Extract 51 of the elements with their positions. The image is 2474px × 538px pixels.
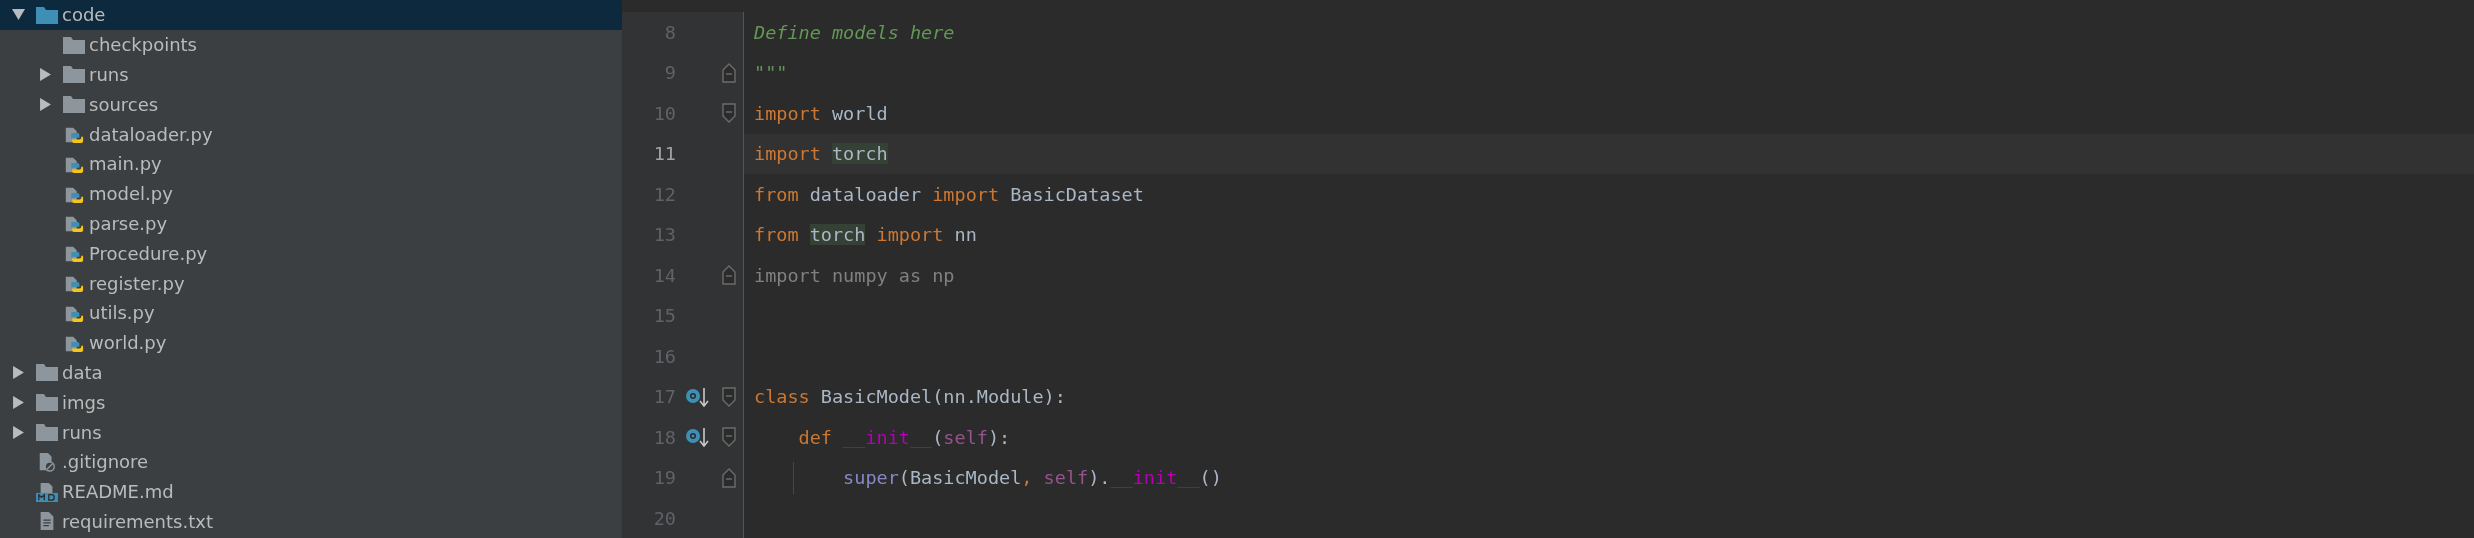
unfold-icon[interactable] bbox=[722, 467, 736, 488]
tree-item[interactable]: parse.py bbox=[0, 208, 622, 239]
tree-item[interactable]: utils.py bbox=[0, 297, 622, 328]
folder-icon bbox=[63, 64, 85, 85]
folder-icon bbox=[63, 34, 85, 55]
tree-item[interactable]: register.py bbox=[0, 268, 622, 298]
tree-item[interactable]: model.py bbox=[0, 178, 622, 209]
code-line: def __init__(self): bbox=[797, 426, 1011, 448]
code-line: super(BasicModel, self).__init__() bbox=[842, 467, 1222, 489]
fold-icon[interactable] bbox=[722, 427, 736, 448]
tree-item[interactable]: imgs bbox=[0, 387, 622, 418]
tree-item[interactable]: checkpoints bbox=[0, 29, 622, 60]
folder-icon bbox=[36, 362, 58, 383]
fold-icon[interactable] bbox=[722, 386, 736, 407]
unfold-icon[interactable] bbox=[722, 265, 736, 286]
code-line: import world bbox=[754, 102, 888, 124]
expand-arrow-icon[interactable] bbox=[12, 395, 25, 409]
override-marker-icon[interactable] bbox=[685, 385, 709, 408]
expand-arrow-icon[interactable] bbox=[12, 425, 25, 439]
tree-item[interactable]: .gitignore bbox=[0, 446, 622, 477]
tree-item[interactable]: main.py bbox=[0, 149, 622, 179]
override-marker-icon[interactable] bbox=[685, 426, 709, 449]
code-line: from dataloader import BasicDataset bbox=[754, 183, 1144, 205]
code-line: class BasicModel(nn.Module): bbox=[754, 386, 1066, 408]
code-line: Define models here bbox=[754, 21, 955, 43]
folder-icon bbox=[36, 392, 58, 413]
code-line: from torch import nn bbox=[754, 224, 977, 246]
expand-arrow-icon[interactable] bbox=[39, 97, 52, 111]
tree-item[interactable]: sources bbox=[0, 89, 622, 120]
collapse-arrow-icon[interactable] bbox=[12, 8, 25, 22]
tree-item[interactable]: runs bbox=[0, 59, 622, 90]
expand-arrow-icon[interactable] bbox=[12, 365, 25, 379]
folder-icon bbox=[36, 4, 58, 25]
fold-icon[interactable] bbox=[722, 103, 736, 124]
expand-arrow-icon[interactable] bbox=[39, 68, 52, 81]
tree-item[interactable]: world.py bbox=[0, 327, 622, 358]
tree-item[interactable]: data bbox=[0, 357, 622, 388]
folder-icon bbox=[63, 94, 85, 115]
code-line: import numpy as np bbox=[754, 264, 955, 286]
markdown-file-icon bbox=[36, 481, 58, 502]
code-line: import torch bbox=[754, 143, 888, 165]
folder-icon bbox=[36, 422, 58, 443]
tree-item[interactable]: code bbox=[0, 0, 622, 30]
tree-item[interactable]: Procedure.py bbox=[0, 238, 622, 269]
tree-item[interactable]: requirements.txt bbox=[0, 506, 622, 537]
code-line: """ bbox=[754, 62, 788, 84]
tree-item[interactable]: README.md bbox=[0, 476, 622, 507]
unfold-icon[interactable] bbox=[722, 62, 736, 83]
line-number: 11 bbox=[652, 143, 676, 165]
tree-item[interactable]: runs bbox=[0, 417, 622, 447]
tree-item[interactable]: dataloader.py bbox=[0, 119, 622, 149]
